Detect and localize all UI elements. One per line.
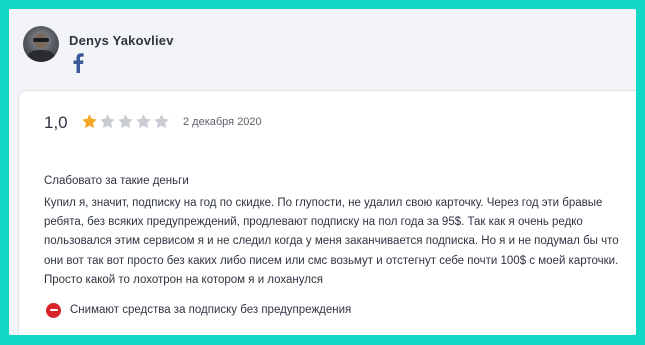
star-rating: [81, 113, 170, 131]
screenshot-frame: Denys Yakovliev 1,0 2 декабря 2020 Слабо…: [9, 9, 636, 335]
reviewer-name[interactable]: Denys Yakovliev: [69, 33, 174, 48]
avatar-body: [27, 50, 55, 62]
star-empty-icon: [100, 114, 115, 128]
star-empty-icon: [118, 114, 133, 128]
star-empty-icon: [136, 114, 151, 128]
star-filled-icon: [82, 114, 97, 128]
con-item: Снимают средства за подписку без предупр…: [46, 301, 351, 319]
reviewer-header: Denys Yakovliev: [9, 9, 636, 89]
star-empty-icon: [154, 114, 169, 128]
minus-circle-icon: [46, 302, 61, 318]
review-title: Слабовато за такие деньги: [44, 175, 189, 187]
avatar[interactable]: [23, 26, 59, 62]
avatar-glasses: [33, 38, 49, 42]
review-body: Купил я, значит, подписку на год по скид…: [44, 197, 619, 286]
facebook-icon[interactable]: [71, 53, 85, 73]
review-card: 1,0 2 декабря 2020 Слабовато за такие де…: [18, 90, 636, 335]
review-date: 2 декабря 2020: [183, 116, 262, 128]
rating-value: 1,0: [44, 113, 68, 132]
con-text: Снимают средства за подписку без предупр…: [70, 304, 352, 316]
